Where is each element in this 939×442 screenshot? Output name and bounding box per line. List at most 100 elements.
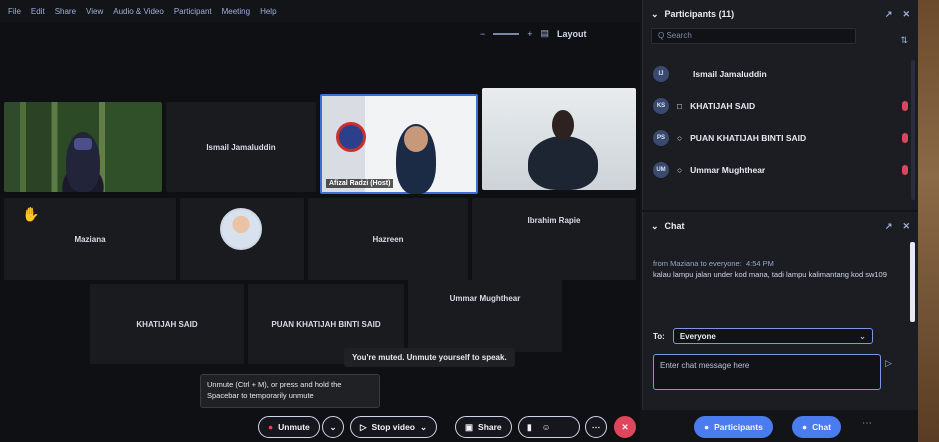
- tile-name: Maziana: [74, 234, 106, 244]
- chat-scrollbar[interactable]: [910, 242, 915, 322]
- more-panels-icon[interactable]: ⋯: [862, 418, 872, 429]
- logo-emblem: [336, 122, 366, 152]
- menu-share[interactable]: Share: [55, 7, 76, 16]
- video-tile-participant[interactable]: [4, 102, 162, 192]
- participant-list: IJ Ismail Jamaluddin KS □ KHATIJAH SAID …: [643, 58, 918, 186]
- recipient-row: To: Everyone ⌄: [653, 328, 873, 344]
- reactions-icon[interactable]: ☺: [542, 422, 551, 432]
- leave-meeting-button[interactable]: ✕: [614, 416, 636, 438]
- zoom-in-icon[interactable]: +: [527, 29, 532, 39]
- list-item[interactable]: PS ○ PUAN KHATIJAH BINTI SAID: [643, 122, 918, 154]
- chat-text: kalau lampu jalan under kod mana, tadi l…: [653, 270, 887, 280]
- tile-name: PUAN KHATIJAH BINTI SAID: [271, 319, 381, 329]
- raise-hand-icon: ✋: [22, 206, 40, 222]
- top-controls: − + ▤ Layout: [480, 28, 587, 39]
- participant-initials: PS: [653, 130, 669, 146]
- unmute-label: Unmute: [278, 422, 310, 432]
- tooltip-line-2: Spacebar to temporarily unmute: [207, 390, 314, 400]
- unmute-button[interactable]: ● Unmute: [258, 416, 320, 438]
- participants-label: Participants: [714, 422, 763, 432]
- participant-name: PUAN KHATIJAH BINTI SAID: [690, 133, 807, 143]
- participants-button[interactable]: ● Participants: [694, 416, 773, 438]
- chat-message: from Maziana to everyone: 4:54 PM kalau …: [643, 240, 918, 281]
- close-icon[interactable]: ✕: [902, 221, 910, 232]
- stop-video-button[interactable]: ▷ Stop video ⌄: [350, 416, 438, 438]
- video-tile-avatar[interactable]: [180, 198, 304, 280]
- participant-name: Ummar Mughthear: [690, 165, 766, 175]
- video-tile-maziana[interactable]: ✋ Maziana: [4, 198, 176, 280]
- list-item[interactable]: UM ○ Ummar Mughthear: [643, 154, 918, 186]
- mic-muted-icon[interactable]: [902, 133, 908, 143]
- meeting-window: File Edit Share View Audio & Video Parti…: [0, 0, 918, 442]
- popout-icon[interactable]: ↗: [885, 221, 893, 232]
- chat-message-input[interactable]: Enter chat message here: [653, 354, 881, 390]
- to-label: To:: [653, 331, 665, 341]
- zoom-slider[interactable]: [493, 32, 520, 35]
- people-icon: ●: [704, 422, 710, 432]
- chevron-down-icon: ⌄: [329, 421, 337, 432]
- unmute-tooltip: Unmute (Ctrl + M), or press and hold the…: [200, 374, 380, 408]
- mic-muted-icon[interactable]: [902, 101, 908, 111]
- phone-icon: ○: [677, 165, 683, 175]
- participants-panel: ⌄ Participants (11) ↗ ✕ Q Search ⇅ IJ Is…: [642, 0, 918, 210]
- mic-muted-icon[interactable]: [902, 165, 908, 175]
- video-tile-ibrahim[interactable]: Ibrahim Rapie: [472, 198, 636, 280]
- record-icon[interactable]: ▮: [527, 422, 532, 433]
- video-camera-icon: ▷: [360, 421, 367, 432]
- share-screen-icon: ▣: [465, 421, 474, 432]
- participant-name: KHATIJAH SAID: [690, 101, 756, 111]
- meeting-toolbar: ● Unmute ⌄ ▷ Stop video ⌄ ▣ Share ▮ ☺ ⋯ …: [0, 410, 918, 442]
- tooltip-line-1: Unmute (Ctrl + M), or press and hold the: [207, 380, 342, 389]
- mic-muted-icon: ●: [268, 422, 274, 432]
- phone-icon: ○: [677, 133, 683, 143]
- recipient-value: Everyone: [679, 331, 716, 341]
- layout-button[interactable]: Layout: [557, 29, 587, 39]
- audio-options-button[interactable]: ⌄: [322, 416, 344, 438]
- chat-bubble-icon: ●: [802, 422, 808, 432]
- video-tile-ismail[interactable]: Ismail Jamaluddin: [166, 102, 316, 192]
- menu-participant[interactable]: Participant: [174, 7, 212, 16]
- chat-button[interactable]: ● Chat: [792, 416, 842, 438]
- zoom-out-icon[interactable]: −: [480, 29, 485, 39]
- video-tile-hazreen[interactable]: Hazreen: [308, 198, 468, 280]
- participant-initials: UM: [653, 162, 669, 178]
- video-tile-speaker[interactable]: [482, 88, 636, 190]
- scrollbar[interactable]: [911, 60, 915, 200]
- recipient-select[interactable]: Everyone ⌄: [672, 328, 873, 344]
- close-icon[interactable]: ✕: [902, 9, 910, 20]
- chevron-down-icon[interactable]: ⌄: [651, 221, 659, 232]
- participants-header: ⌄ Participants (11) ↗ ✕: [643, 0, 918, 28]
- speaker-face: [552, 110, 574, 140]
- share-button[interactable]: ▣ Share: [455, 416, 512, 438]
- stop-video-label: Stop video: [371, 422, 415, 432]
- close-icon: ✕: [621, 421, 629, 432]
- menu-bar: File Edit Share View Audio & Video Parti…: [0, 0, 640, 22]
- video-tile-ummar[interactable]: Ummar Mughthear: [408, 280, 562, 352]
- record-reactions-group[interactable]: ▮ ☺: [518, 416, 580, 438]
- menu-edit[interactable]: Edit: [31, 7, 45, 16]
- menu-audio-video[interactable]: Audio & Video: [113, 7, 164, 16]
- sort-icon[interactable]: ⇅: [900, 35, 908, 46]
- more-options-button[interactable]: ⋯: [585, 416, 607, 438]
- layout-icon[interactable]: ▤: [541, 28, 550, 39]
- tile-name: Ummar Mughthear: [449, 294, 521, 303]
- speaker-figure: [528, 136, 598, 190]
- popout-icon[interactable]: ↗: [885, 9, 893, 20]
- list-item[interactable]: IJ Ismail Jamaluddin: [643, 58, 918, 90]
- tile-name: KHATIJAH SAID: [136, 319, 198, 329]
- participant-search-input[interactable]: Q Search: [651, 28, 856, 44]
- menu-help[interactable]: Help: [260, 7, 276, 16]
- more-icon: ⋯: [591, 421, 601, 432]
- mask-shape: [74, 138, 92, 150]
- menu-meeting[interactable]: Meeting: [222, 7, 250, 16]
- video-tile-host[interactable]: Afizal Radzi (Host): [320, 94, 478, 194]
- muted-notification: You're muted. Unmute yourself to speak.: [344, 348, 515, 367]
- menu-view[interactable]: View: [86, 7, 103, 16]
- list-item[interactable]: KS □ KHATIJAH SAID: [643, 90, 918, 122]
- send-icon[interactable]: ▷: [885, 358, 892, 369]
- video-tile-khatijah[interactable]: KHATIJAH SAID: [90, 284, 244, 364]
- chat-header: ⌄ Chat ↗ ✕: [643, 212, 918, 240]
- chevron-down-icon[interactable]: ⌄: [651, 9, 659, 20]
- tile-name: Ibrahim Rapie: [527, 216, 581, 225]
- menu-file[interactable]: File: [8, 7, 21, 16]
